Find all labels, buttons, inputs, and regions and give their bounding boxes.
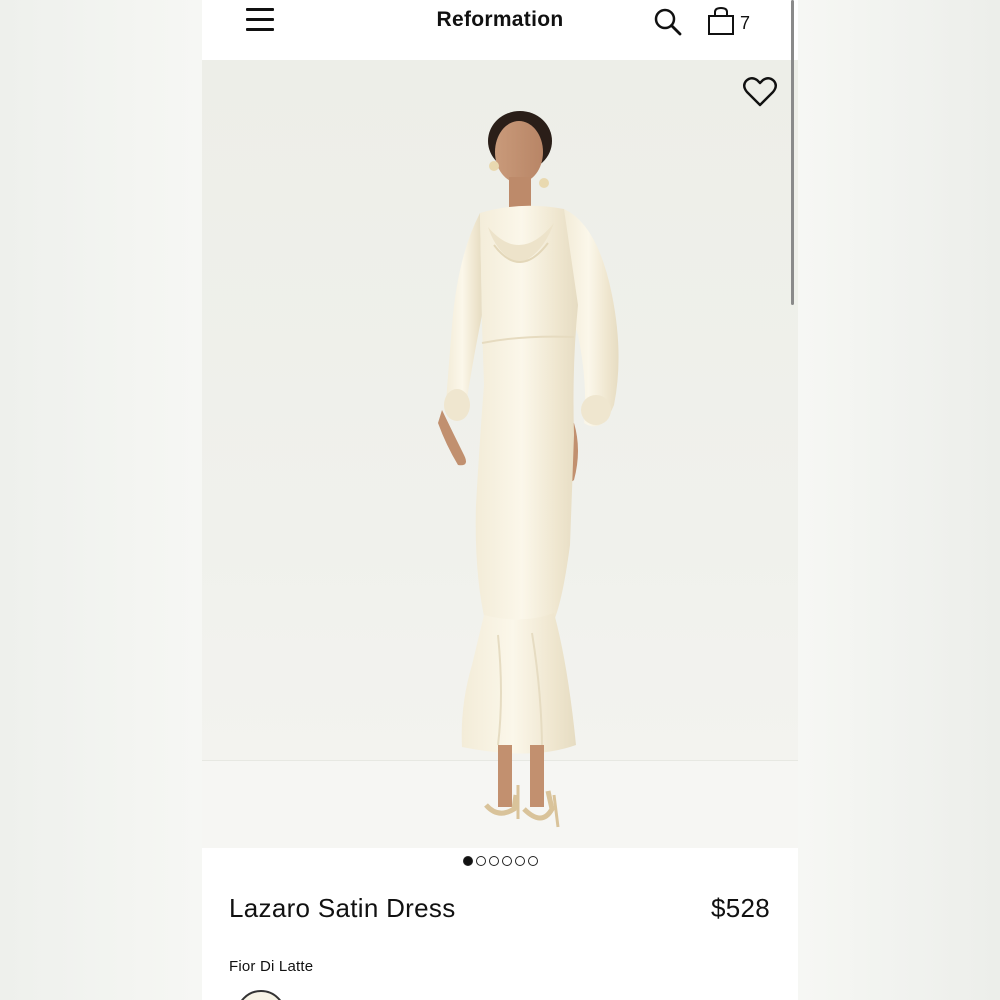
carousel-dot-1[interactable] — [462, 856, 473, 866]
product-title: Lazaro Satin Dress — [229, 893, 456, 923]
bag-count-badge: 7 — [740, 13, 751, 33]
model-wearing-dress-illustration — [438, 111, 619, 828]
heart-outline-icon[interactable] — [740, 72, 780, 112]
carousel-dot-5[interactable] — [514, 856, 525, 866]
carousel-dot-4[interactable] — [501, 856, 512, 866]
search-icon[interactable] — [652, 6, 684, 38]
app-screen: Reformation 7 Lazaro Satin Dress $528 Fi… — [202, 0, 798, 1000]
product-image[interactable] — [202, 60, 798, 848]
carousel-dot-3[interactable] — [488, 856, 499, 866]
shopping-bag-button[interactable]: 7 — [706, 5, 762, 39]
carousel-dot-6[interactable] — [527, 856, 538, 866]
shopping-bag-icon — [708, 6, 734, 35]
selected-color-label: Fior Di Latte — [229, 958, 314, 975]
top-nav-bar: Reformation 7 — [202, 0, 798, 60]
page-scrollbar[interactable] — [791, 0, 794, 305]
carousel-dot-2[interactable] — [475, 856, 486, 866]
color-swatch-fior-di-latte[interactable] — [236, 990, 286, 1000]
image-carousel-dots — [202, 856, 798, 872]
product-price: $528 — [710, 893, 770, 923]
